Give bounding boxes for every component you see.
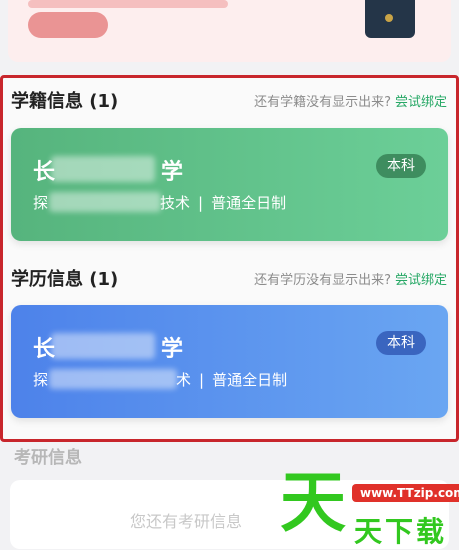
divider: | xyxy=(198,194,204,212)
school-name-end: 学 xyxy=(161,160,186,185)
promo-text-blurred xyxy=(28,0,228,8)
promo-card xyxy=(8,0,451,62)
major-blurred xyxy=(49,369,177,389)
degree-level-badge: 本科 xyxy=(376,154,426,178)
school-name-end: 学 xyxy=(161,337,186,362)
education-card[interactable]: 长学 本科 探术 | 普通全日制 xyxy=(11,305,448,418)
education-hint-text: 还有学历没有显示出来? xyxy=(254,273,391,288)
major-start: 探 xyxy=(33,194,49,212)
enrollment-hint-text: 还有学籍没有显示出来? xyxy=(254,95,391,110)
study-type: 普通全日制 xyxy=(211,194,287,212)
study-type: 普通全日制 xyxy=(212,371,288,389)
watermark-url: www.TTzip.com xyxy=(352,484,459,502)
education-bind-link[interactable]: 尝试绑定 xyxy=(395,273,447,288)
major-blurred xyxy=(49,192,161,212)
watermark-text: 天下载 xyxy=(354,515,448,548)
enrollment-hint: 还有学籍没有显示出来? 尝试绑定 xyxy=(254,91,447,110)
major-end: 技术 xyxy=(160,194,191,212)
education-section-title: 学历信息 (1) xyxy=(11,269,119,290)
watermark-logo: 天 www.TTzip.com 天下载 xyxy=(280,470,459,549)
school-name-blurred xyxy=(51,333,155,359)
enrollment-card[interactable]: 长学 本科 探技术 | 普通全日制 xyxy=(11,128,448,241)
school-name-blurred xyxy=(51,156,155,182)
exam-section-title: 考研信息 xyxy=(14,448,82,468)
enrollment-bind-link[interactable]: 尝试绑定 xyxy=(395,95,447,110)
major-end: 术 xyxy=(176,371,192,389)
degree-level-badge: 本科 xyxy=(376,331,426,355)
education-hint: 还有学历没有显示出来? 尝试绑定 xyxy=(254,269,447,288)
promo-button[interactable] xyxy=(28,12,108,38)
promo-image xyxy=(365,0,415,38)
enrollment-section-title: 学籍信息 (1) xyxy=(11,91,119,112)
watermark-big-char: 天 xyxy=(280,464,346,541)
major-start: 探 xyxy=(33,371,49,389)
divider: | xyxy=(199,371,205,389)
exam-empty-text: 您还有考研信息 xyxy=(130,512,243,531)
